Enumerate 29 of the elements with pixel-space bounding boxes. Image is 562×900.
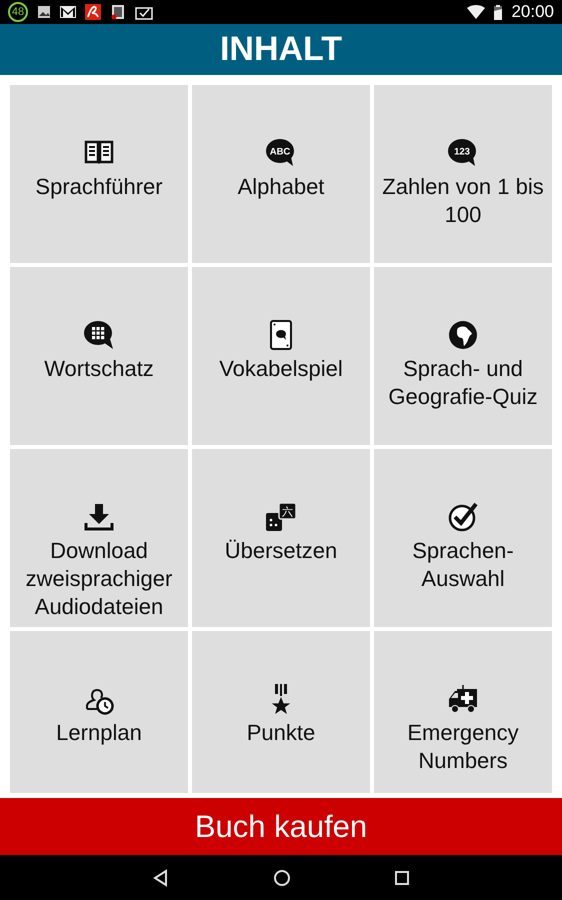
keypad-bubble-icon (83, 319, 115, 351)
recent-apps-icon[interactable] (394, 870, 410, 886)
app-icon (85, 4, 101, 20)
battery-icon (494, 4, 502, 20)
menu-tile[interactable]: ABC Alphabet (192, 85, 370, 263)
checkmark-icon (447, 501, 479, 533)
menu-tile[interactable]: Sprachführer (10, 85, 188, 263)
page-title: INHALT (220, 30, 342, 69)
home-icon[interactable] (272, 868, 291, 886)
mail-icon (60, 6, 76, 18)
globe-icon (447, 319, 479, 351)
menu-tile[interactable]: Download zweisprachiger Audiodateien (10, 449, 188, 627)
image-icon (37, 5, 51, 19)
notification-count: 48 (8, 2, 28, 22)
menu-tile[interactable]: Lernplan (10, 631, 188, 793)
menu-tile[interactable]: Vokabelspiel (192, 267, 370, 445)
menu-tile[interactable]: Sprach- und Geografie-Quiz (374, 267, 552, 445)
download-icon (83, 501, 115, 533)
clock: 20:00 (511, 2, 554, 22)
menu-tile[interactable]: Wortschatz (10, 267, 188, 445)
wifi-icon (467, 5, 486, 19)
menu-tile[interactable]: Sprachen-Auswahl (374, 449, 552, 627)
menu-tile[interactable]: Emergency Numbers (374, 631, 552, 793)
menu-tile[interactable]: Punkte (192, 631, 370, 793)
menu-tile[interactable]: 123 Zahlen von 1 bis 100 (374, 85, 552, 263)
menu-tile[interactable]: 六 Übersetzen (192, 449, 370, 627)
buy-book-button[interactable]: Buch kaufen (0, 798, 562, 855)
ambulance-icon (447, 683, 479, 715)
back-icon[interactable] (152, 868, 170, 886)
